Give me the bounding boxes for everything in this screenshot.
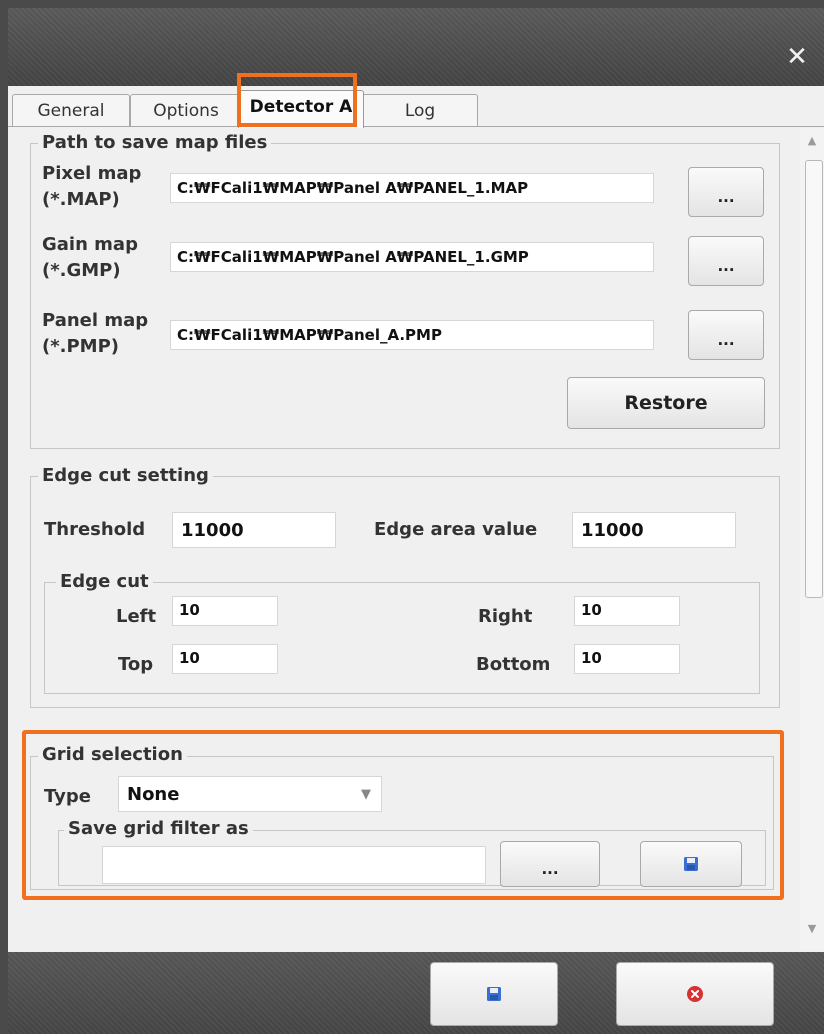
panel-map-browse-button[interactable]: ...	[688, 310, 764, 360]
tab-highlight-box	[237, 73, 357, 127]
right-input[interactable]: 10	[574, 596, 680, 626]
edge-area-value-label: Edge area value	[374, 519, 538, 540]
left-input[interactable]: 10	[172, 596, 278, 626]
cancel-icon	[687, 986, 703, 1002]
grid-selection-highlight-box	[22, 730, 784, 900]
tab-log[interactable]: Log	[362, 94, 478, 127]
pixel-map-ext-label: (*.MAP)	[42, 189, 120, 210]
tab-general[interactable]: General	[12, 94, 130, 127]
threshold-input[interactable]: 11000	[172, 512, 336, 548]
top-label: Top	[118, 654, 154, 675]
gain-map-ext-label: (*.GMP)	[42, 260, 121, 281]
pixel-map-browse-button[interactable]: ...	[688, 167, 764, 217]
scroll-down-icon[interactable]: ▼	[800, 920, 824, 938]
scroll-thumb[interactable]	[805, 160, 823, 598]
tab-strip: General Options Detector A Log	[8, 86, 824, 128]
panel-map-label: Panel map	[42, 310, 149, 331]
save-button[interactable]	[430, 962, 558, 1026]
panel-map-ext-label: (*.PMP)	[42, 336, 120, 357]
title-bar: ✕	[8, 8, 824, 86]
edge-cut-setting-title: Edge cut setting	[38, 465, 213, 487]
left-label: Left	[116, 606, 157, 627]
save-icon	[487, 987, 501, 1001]
bottom-input[interactable]: 10	[574, 644, 680, 674]
gain-map-browse-button[interactable]: ...	[688, 236, 764, 286]
bottom-action-bar	[8, 952, 824, 1034]
gain-map-label: Gain map	[42, 234, 138, 255]
right-label: Right	[478, 606, 533, 627]
threshold-label: Threshold	[44, 519, 146, 540]
pixel-map-label: Pixel map	[42, 163, 142, 184]
close-icon[interactable]: ✕	[784, 44, 810, 70]
gain-map-path-input[interactable]: C:₩FCali1₩MAP₩Panel A₩PANEL_1.GMP	[170, 242, 654, 272]
panel-map-path-input[interactable]: C:₩FCali1₩MAP₩Panel_A.PMP	[170, 320, 654, 350]
edge-cut-subgroup-title: Edge cut	[56, 571, 153, 593]
bottom-label: Bottom	[476, 654, 551, 675]
cancel-button[interactable]	[616, 962, 774, 1026]
tab-options[interactable]: Options	[130, 94, 242, 127]
vertical-scrollbar[interactable]: ▲ ▼	[800, 128, 824, 950]
scroll-up-icon[interactable]: ▲	[800, 132, 824, 150]
path-group-title: Path to save map files	[38, 132, 272, 154]
restore-button[interactable]: Restore	[567, 377, 765, 429]
top-input[interactable]: 10	[172, 644, 278, 674]
edge-area-value-input[interactable]: 11000	[572, 512, 736, 548]
pixel-map-path-input[interactable]: C:₩FCali1₩MAP₩Panel A₩PANEL_1.MAP	[170, 173, 654, 203]
